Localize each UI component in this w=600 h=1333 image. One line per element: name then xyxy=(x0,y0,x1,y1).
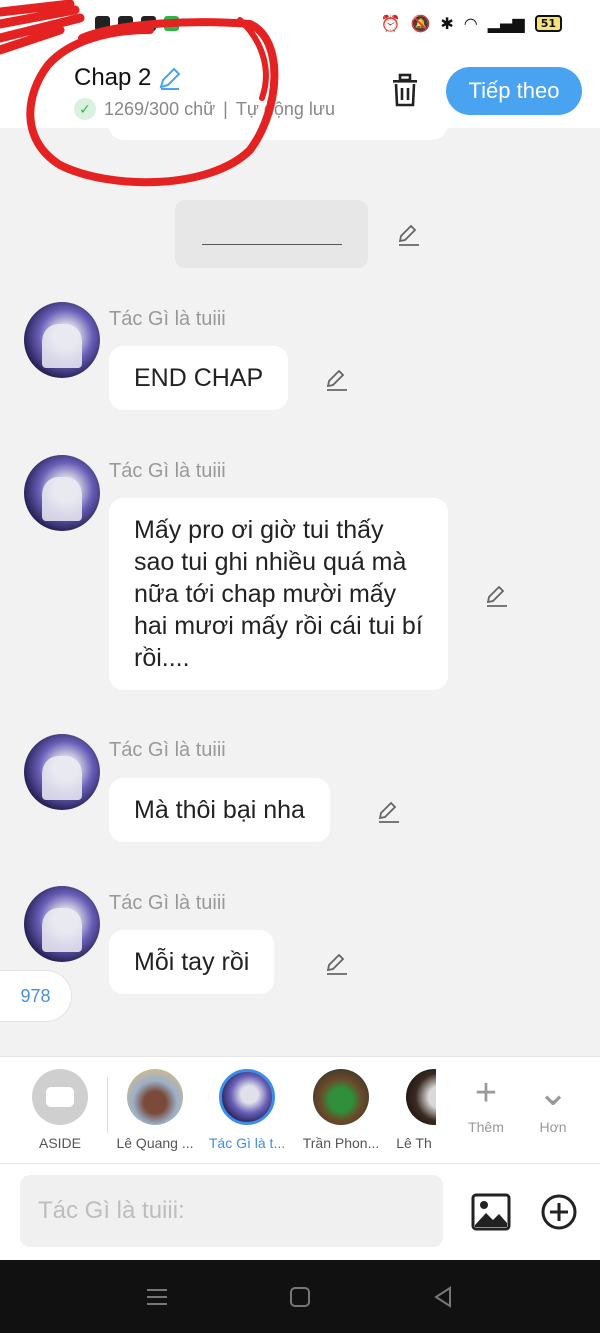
character-item-active[interactable]: Tác Gì là t... xyxy=(203,1069,291,1151)
more-characters-button[interactable]: ⌄ Hơn xyxy=(523,1067,583,1135)
character-aside[interactable]: ASIDE xyxy=(28,1069,92,1151)
avatar[interactable] xyxy=(24,886,100,962)
narration-bubble[interactable] xyxy=(175,200,368,268)
autosave-label: Tự động lưu xyxy=(235,98,335,119)
chevron-down-icon: ⌄ xyxy=(537,1072,569,1114)
signal-icon: ▂▄▆ xyxy=(487,14,525,33)
back-arrow-icon[interactable]: ‹ xyxy=(28,80,37,111)
character-label: Lê Th xyxy=(396,1135,432,1151)
system-status-icons: ⏰ 🔕 ✱ ◠ ▂▄▆ 51 xyxy=(381,14,562,33)
edit-message-icon[interactable] xyxy=(376,799,402,825)
message-bubble[interactable]: Mà thôi bại nha xyxy=(109,778,330,842)
more-label: Hơn xyxy=(539,1119,567,1135)
bluetooth-icon: ✱ xyxy=(440,14,454,33)
save-status: ✓ 1269/300 chữ | Tự động lưu xyxy=(74,98,335,120)
notification-icon xyxy=(141,16,156,31)
character-selector: ASIDE Lê Quang ... Tác Gì là t... Trần P… xyxy=(0,1056,600,1164)
aside-icon xyxy=(32,1069,88,1125)
notification-icons xyxy=(95,16,179,31)
battery-level: 51 xyxy=(534,15,562,32)
separator-line xyxy=(201,243,342,245)
author-name: Tác Gì là tuiii xyxy=(109,892,226,914)
wifi-icon: ◠ xyxy=(463,14,478,33)
notification-icon xyxy=(95,16,110,31)
trash-icon[interactable] xyxy=(388,72,422,108)
avatar xyxy=(406,1069,436,1125)
word-count: 1269/300 chữ xyxy=(104,98,216,119)
add-label: Thêm xyxy=(468,1119,504,1135)
notification-icon xyxy=(118,16,133,31)
avatar xyxy=(219,1069,275,1125)
edit-message-icon[interactable] xyxy=(396,222,422,248)
edit-message-icon[interactable] xyxy=(324,951,350,977)
character-item[interactable]: Trần Phon... xyxy=(296,1069,386,1151)
status-bar: ⏰ 🔕 ✱ ◠ ▂▄▆ 51 xyxy=(0,0,600,52)
separator: | xyxy=(223,98,228,119)
check-icon: ✓ xyxy=(74,98,96,120)
avatar[interactable] xyxy=(24,455,100,531)
author-name: Tác Gì là tuiii xyxy=(109,460,226,482)
character-label: Tác Gì là t... xyxy=(208,1135,286,1151)
edit-message-icon[interactable] xyxy=(484,583,510,609)
next-button[interactable]: Tiếp theo xyxy=(446,67,582,115)
add-character-button[interactable]: + Thêm xyxy=(456,1067,516,1135)
character-item[interactable]: Lê Quang ... xyxy=(110,1069,200,1151)
avatar[interactable] xyxy=(24,302,100,378)
home-icon[interactable] xyxy=(287,1284,313,1310)
character-label: Trần Phon... xyxy=(302,1135,380,1151)
author-name: Tác Gì là tuiii xyxy=(109,308,226,330)
avatar[interactable] xyxy=(24,734,100,810)
system-navigation-bar xyxy=(0,1260,600,1333)
message-bubble[interactable]: END CHAP xyxy=(109,346,289,410)
chapter-title[interactable]: Chap 2 xyxy=(74,64,183,92)
character-label: ASIDE xyxy=(38,1135,81,1151)
menu-icon[interactable] xyxy=(144,1284,170,1310)
message-input[interactable] xyxy=(20,1175,443,1247)
editor-header: ‹ Chap 2 ✓ 1269/300 chữ | Tự động lưu Ti… xyxy=(0,52,600,128)
edit-message-icon[interactable] xyxy=(324,367,350,393)
chat-area[interactable]: Tác Gì là tuiii END CHAP Tác Gì là tuiii… xyxy=(0,128,600,1056)
composer-bar xyxy=(0,1164,600,1260)
avatar xyxy=(127,1069,183,1125)
character-label: Lê Quang ... xyxy=(116,1135,194,1151)
notification-icon xyxy=(164,16,179,31)
character-item[interactable]: Lê Th xyxy=(392,1069,436,1151)
message-bubble[interactable]: Mỗi tay rồi xyxy=(109,930,275,994)
add-circle-icon[interactable] xyxy=(539,1192,579,1232)
alarm-icon: ⏰ xyxy=(380,14,401,33)
divider xyxy=(107,1077,108,1133)
mute-icon: 🔕 xyxy=(410,14,431,33)
image-icon[interactable] xyxy=(471,1192,511,1232)
message-bubble[interactable]: Mấy pro ơi giờ tui thấy sao tui ghi nhiề… xyxy=(109,498,448,690)
floating-counter[interactable]: 978 xyxy=(0,970,72,1022)
chapter-title-text: Chap 2 xyxy=(74,64,152,91)
author-name: Tác Gì là tuiii xyxy=(109,739,226,761)
back-icon[interactable] xyxy=(430,1284,456,1310)
message-bubble[interactable] xyxy=(108,128,448,140)
plus-icon: + xyxy=(474,1072,498,1114)
edit-pencil-icon[interactable] xyxy=(157,65,183,91)
avatar xyxy=(313,1069,369,1125)
